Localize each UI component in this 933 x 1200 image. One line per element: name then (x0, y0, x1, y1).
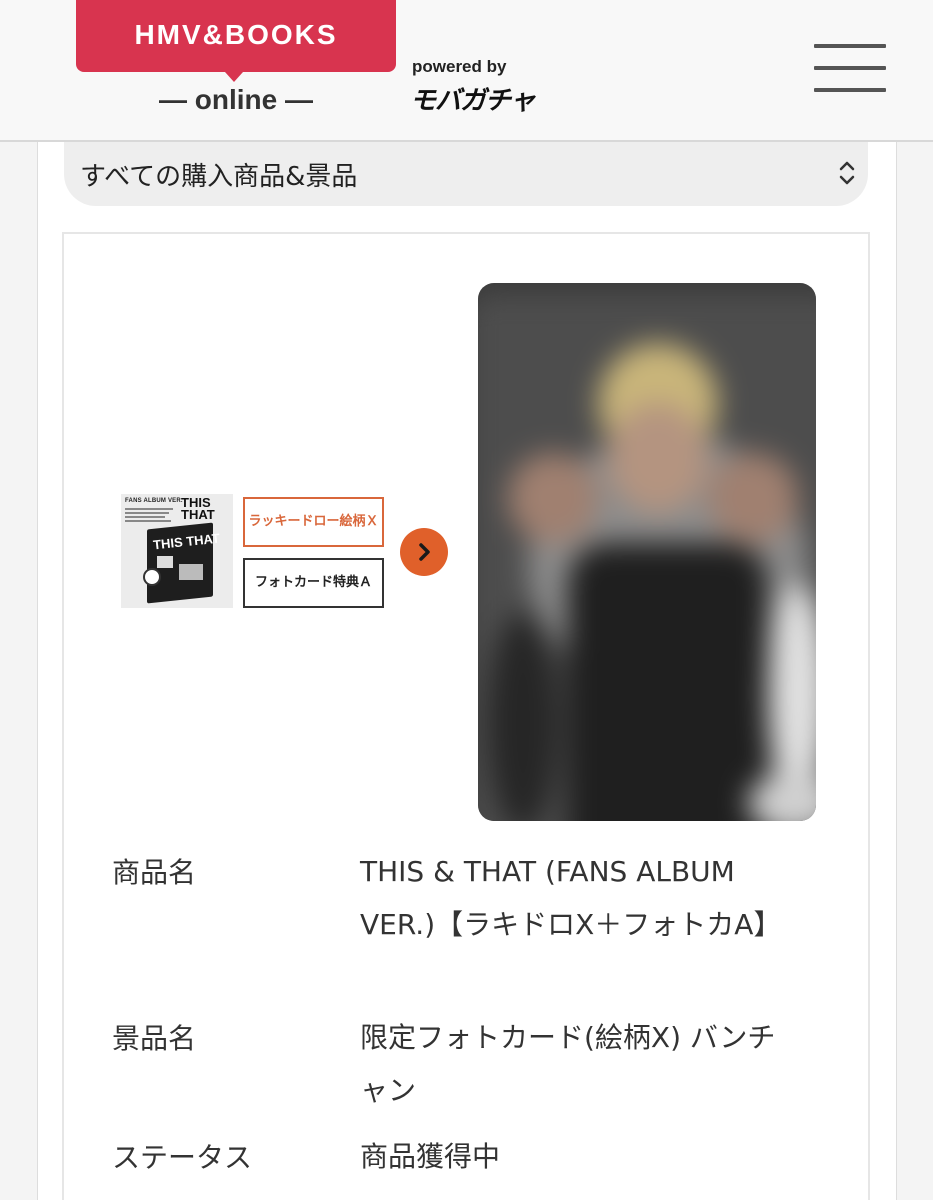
prize-name-label: 景品名 (112, 1022, 197, 1055)
album-box-card (179, 564, 203, 580)
album-cover-header: FANS ALBUM VER. (125, 498, 183, 504)
logo-notch (225, 72, 243, 82)
album-cover-text-lines (125, 508, 177, 524)
site-header: HMV&BOOKS — online — powered by モバガチャ (0, 0, 933, 142)
album-box-sticker (157, 556, 173, 568)
next-arrow-button[interactable] (400, 528, 448, 576)
photocard-bonus-tag[interactable]: フォトカード特典Ａ (243, 558, 384, 608)
chevron-right-icon (419, 543, 430, 561)
album-cover-title: THIS THAT (181, 495, 215, 522)
lucky-draw-tag[interactable]: ラッキードロー絵柄Ｘ (243, 497, 384, 547)
album-stamp-icon (143, 568, 161, 586)
powered-by-label: powered by (412, 57, 507, 76)
mobagacha-logo[interactable]: モバガチャ (410, 80, 536, 117)
photocard-image[interactable] (478, 283, 816, 821)
hmv-books-logo[interactable]: HMV&BOOKS (76, 0, 396, 72)
purchase-filter-select[interactable]: すべての購入商品&景品 (64, 142, 868, 206)
status-value: 商品獲得中 (360, 1140, 501, 1173)
status-label: ステータス (112, 1141, 253, 1174)
product-name-label: 商品名 (112, 856, 197, 889)
prize-name-value: 限定フォトカード(絵柄X) バンチャン (360, 1021, 776, 1107)
filter-selected-label: すべての購入商品&景品 (80, 162, 358, 192)
album-thumbnail[interactable]: FANS ALBUM VER. THIS THAT THIS THAT (121, 494, 233, 608)
updown-chevron-icon (839, 161, 855, 185)
hamburger-menu-icon[interactable] (814, 44, 886, 94)
logo-text: HMV&BOOKS (134, 19, 338, 50)
product-name-value: THIS & THAT (FANS ALBUM VER.)【ラキドロX＋フォトカ… (360, 855, 782, 941)
logo-subtitle: — online — (159, 84, 313, 115)
photocard-blurred-content (478, 283, 816, 821)
